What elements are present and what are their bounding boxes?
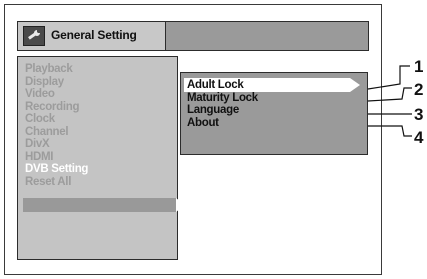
callout-lines (367, 65, 412, 137)
callout-2: 2 (414, 80, 424, 99)
callout-3: 3 (414, 105, 424, 124)
callout-1: 1 (414, 57, 424, 76)
callout-4: 4 (414, 128, 424, 147)
